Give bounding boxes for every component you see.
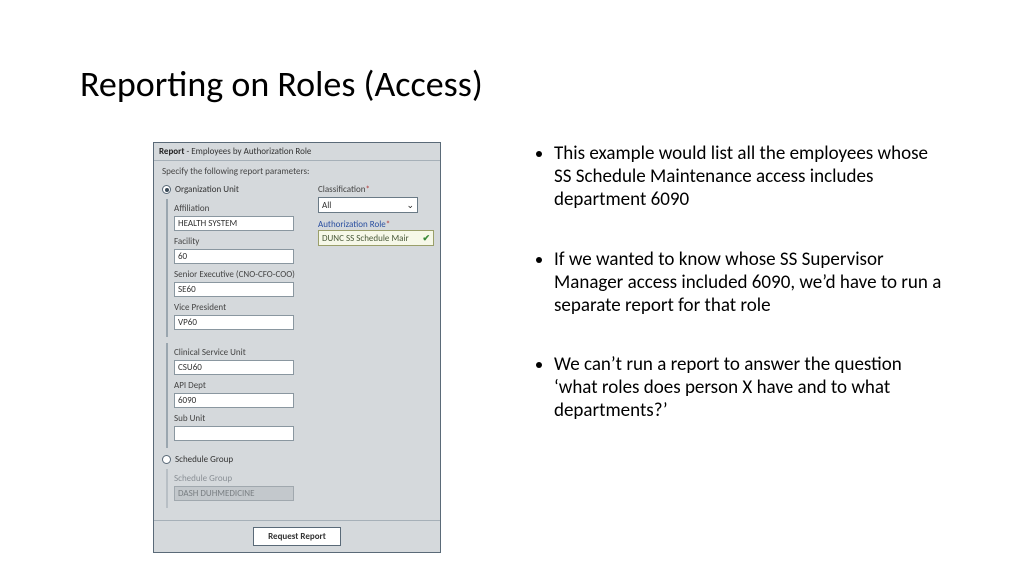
api-dept-input[interactable]: 6090 [174,393,294,408]
authorization-role-label: Authorization Role* [318,219,434,230]
authorization-role-value: DUNC SS Schedule Mair [322,233,409,244]
schedule-group-input: DASH DUHMEDICINE [174,486,294,501]
chevron-down-icon: ⌄ [406,200,414,211]
sub-unit-input[interactable] [174,426,294,441]
org-unit-group-2: Clinical Service Unit CSU60 API Dept 609… [166,343,312,448]
vice-president-label: Vice President [174,302,312,313]
sub-unit-label: Sub Unit [174,413,312,424]
panel-header-bold: Report [159,146,184,157]
affiliation-input[interactable]: HEALTH SYSTEM [174,216,294,231]
classification-select[interactable]: All ⌄ [318,197,418,213]
request-report-button[interactable]: Request Report [253,527,341,546]
slide-title: Reporting on Roles (Access) [80,62,483,106]
bullet-list: This example would list all the employee… [536,142,946,459]
radio-icon [162,185,171,194]
bullet-item: We can’t run a report to answer the ques… [554,353,946,423]
schedule-group-label: Schedule Group [174,473,312,484]
checkmark-icon: ✔ [422,233,430,244]
panel-header-rest: - Employees by Authorization Role [184,146,311,157]
facility-input[interactable]: 60 [174,249,294,264]
radio-organization-unit[interactable]: Organization Unit [162,184,312,195]
csu-label: Clinical Service Unit [174,347,312,358]
panel-subtitle: Specify the following report parameters: [154,161,440,179]
bullet-item: If we wanted to know whose SS Supervisor… [554,248,946,318]
report-panel: Report - Employees by Authorization Role… [153,142,441,553]
affiliation-label: Affiliation [174,203,312,214]
panel-header: Report - Employees by Authorization Role [154,143,440,161]
classification-label: Classification* [318,184,434,195]
csu-input[interactable]: CSU60 [174,360,294,375]
senior-exec-label: Senior Executive (CNO-CFO-COO) [174,269,312,280]
bullet-item: This example would list all the employee… [554,142,946,212]
api-dept-label: API Dept [174,380,312,391]
org-unit-group-1: Affiliation HEALTH SYSTEM Facility 60 Se… [166,199,312,337]
facility-label: Facility [174,236,312,247]
authorization-role-input[interactable]: DUNC SS Schedule Mair ✔ [318,230,434,246]
classification-value: All [322,200,331,211]
radio-schedule-group[interactable]: Schedule Group [162,454,312,465]
radio-icon [162,455,171,464]
schedule-group-group: Schedule Group DASH DUHMEDICINE [166,469,312,508]
radio-label: Organization Unit [175,184,239,195]
senior-exec-input[interactable]: SE60 [174,282,294,297]
radio-label: Schedule Group [175,454,233,465]
vice-president-input[interactable]: VP60 [174,315,294,330]
